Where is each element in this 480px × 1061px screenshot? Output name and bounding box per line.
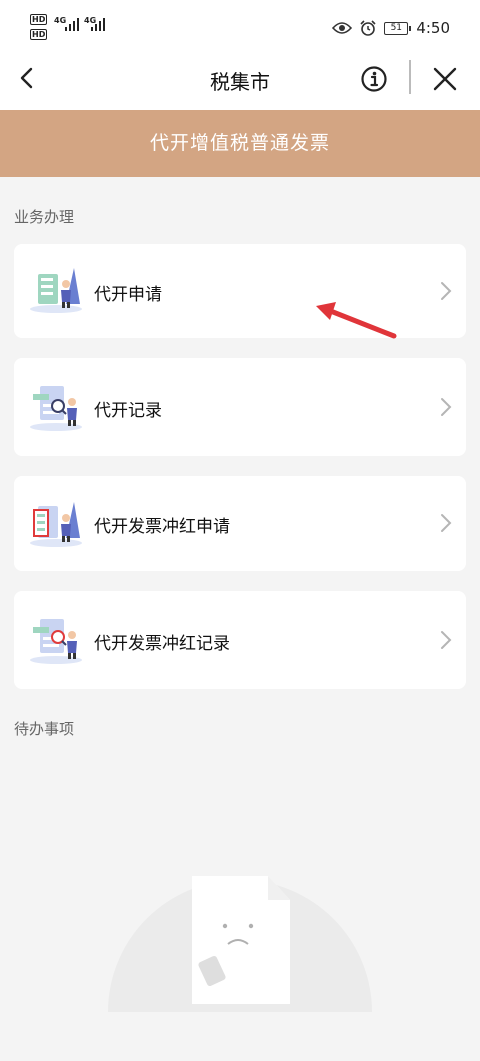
status-right: 51 4:50 [332,18,450,38]
eye-icon [332,22,353,34]
page-title: 税集市 [210,70,270,94]
clock-time: 4:50 [416,19,450,37]
chevron-right-icon [441,631,452,649]
card-label: 代开记录 [94,401,162,421]
chevron-right-icon [441,514,452,532]
card-label: 代开发票冲红记录 [94,634,230,654]
navigation-bar: 税集市 [0,56,480,110]
card-red-apply[interactable]: 代开发票冲红申请 [14,476,466,571]
signal-icon [91,18,105,31]
card-label: 代开申请 [94,285,162,305]
red-invoice-application-illustration-icon [30,502,82,547]
card-red-records[interactable]: 代开发票冲红记录 [14,591,466,689]
chevron-right-icon [441,282,452,300]
status-bar: HD HD 4G 4G 51 4:50 [0,0,480,56]
close-icon[interactable] [432,66,458,92]
chevron-right-icon [441,398,452,416]
alarm-icon [360,20,376,36]
red-invoice-records-illustration-icon [30,619,82,664]
page-banner: 代开增值税普通发票 [0,110,480,177]
section-title-todo: 待办事项 [14,720,75,738]
section-title-business: 业务办理 [14,208,75,226]
card-label: 代开发票冲红申请 [94,517,230,537]
hd-badge: HD [30,14,48,25]
hd-badge: HD [30,29,48,40]
records-illustration-icon [30,386,82,431]
signal-icon [65,18,79,31]
annotation-arrow-icon [316,302,397,339]
battery-icon: 51 [384,21,412,35]
application-illustration-icon [30,268,82,313]
card-records[interactable]: 代开记录 [14,358,466,456]
nav-divider [409,60,411,94]
info-icon[interactable] [360,65,388,93]
empty-document-icon [108,876,372,1012]
